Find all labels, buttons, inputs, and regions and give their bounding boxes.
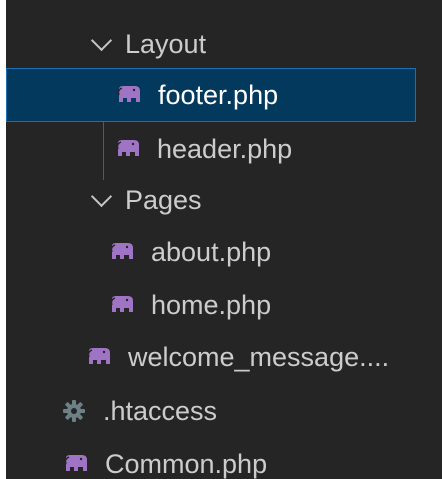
php-elephant-icon [117, 86, 140, 102]
folder-pages[interactable]: Pages [6, 173, 416, 227]
file-footer-php[interactable]: footer.php [6, 68, 416, 122]
file-label: home.php [151, 289, 272, 320]
php-elephant-icon [116, 140, 139, 156]
php-elephant-icon [110, 243, 133, 259]
php-elephant-icon [110, 296, 133, 312]
gear-icon [63, 400, 85, 422]
file-label: .htaccess [103, 395, 218, 426]
file-welcome-message-php[interactable]: welcome_message.... [6, 330, 416, 384]
file-label: footer.php [158, 79, 279, 110]
file-about-php[interactable]: about.php [6, 225, 416, 279]
folder-label: Pages [125, 184, 202, 215]
php-elephant-icon [64, 455, 87, 471]
php-elephant-icon [87, 348, 110, 364]
file-explorer: Layout footer.php header.php Pages about… [6, 0, 442, 479]
file-label: about.php [151, 236, 272, 267]
folder-layout[interactable]: Layout [6, 17, 416, 71]
folder-label: Layout [125, 28, 207, 59]
file-header-php[interactable]: header.php [6, 122, 416, 176]
file-common-php[interactable]: Common.php [6, 437, 416, 479]
chevron-down-icon[interactable] [90, 185, 113, 207]
file-htaccess[interactable]: .htaccess [6, 384, 416, 438]
file-label: welcome_message.... [128, 341, 390, 372]
file-label: header.php [157, 133, 293, 164]
chevron-down-icon[interactable] [90, 29, 113, 51]
file-home-php[interactable]: home.php [6, 278, 416, 332]
file-label: Common.php [105, 448, 268, 479]
